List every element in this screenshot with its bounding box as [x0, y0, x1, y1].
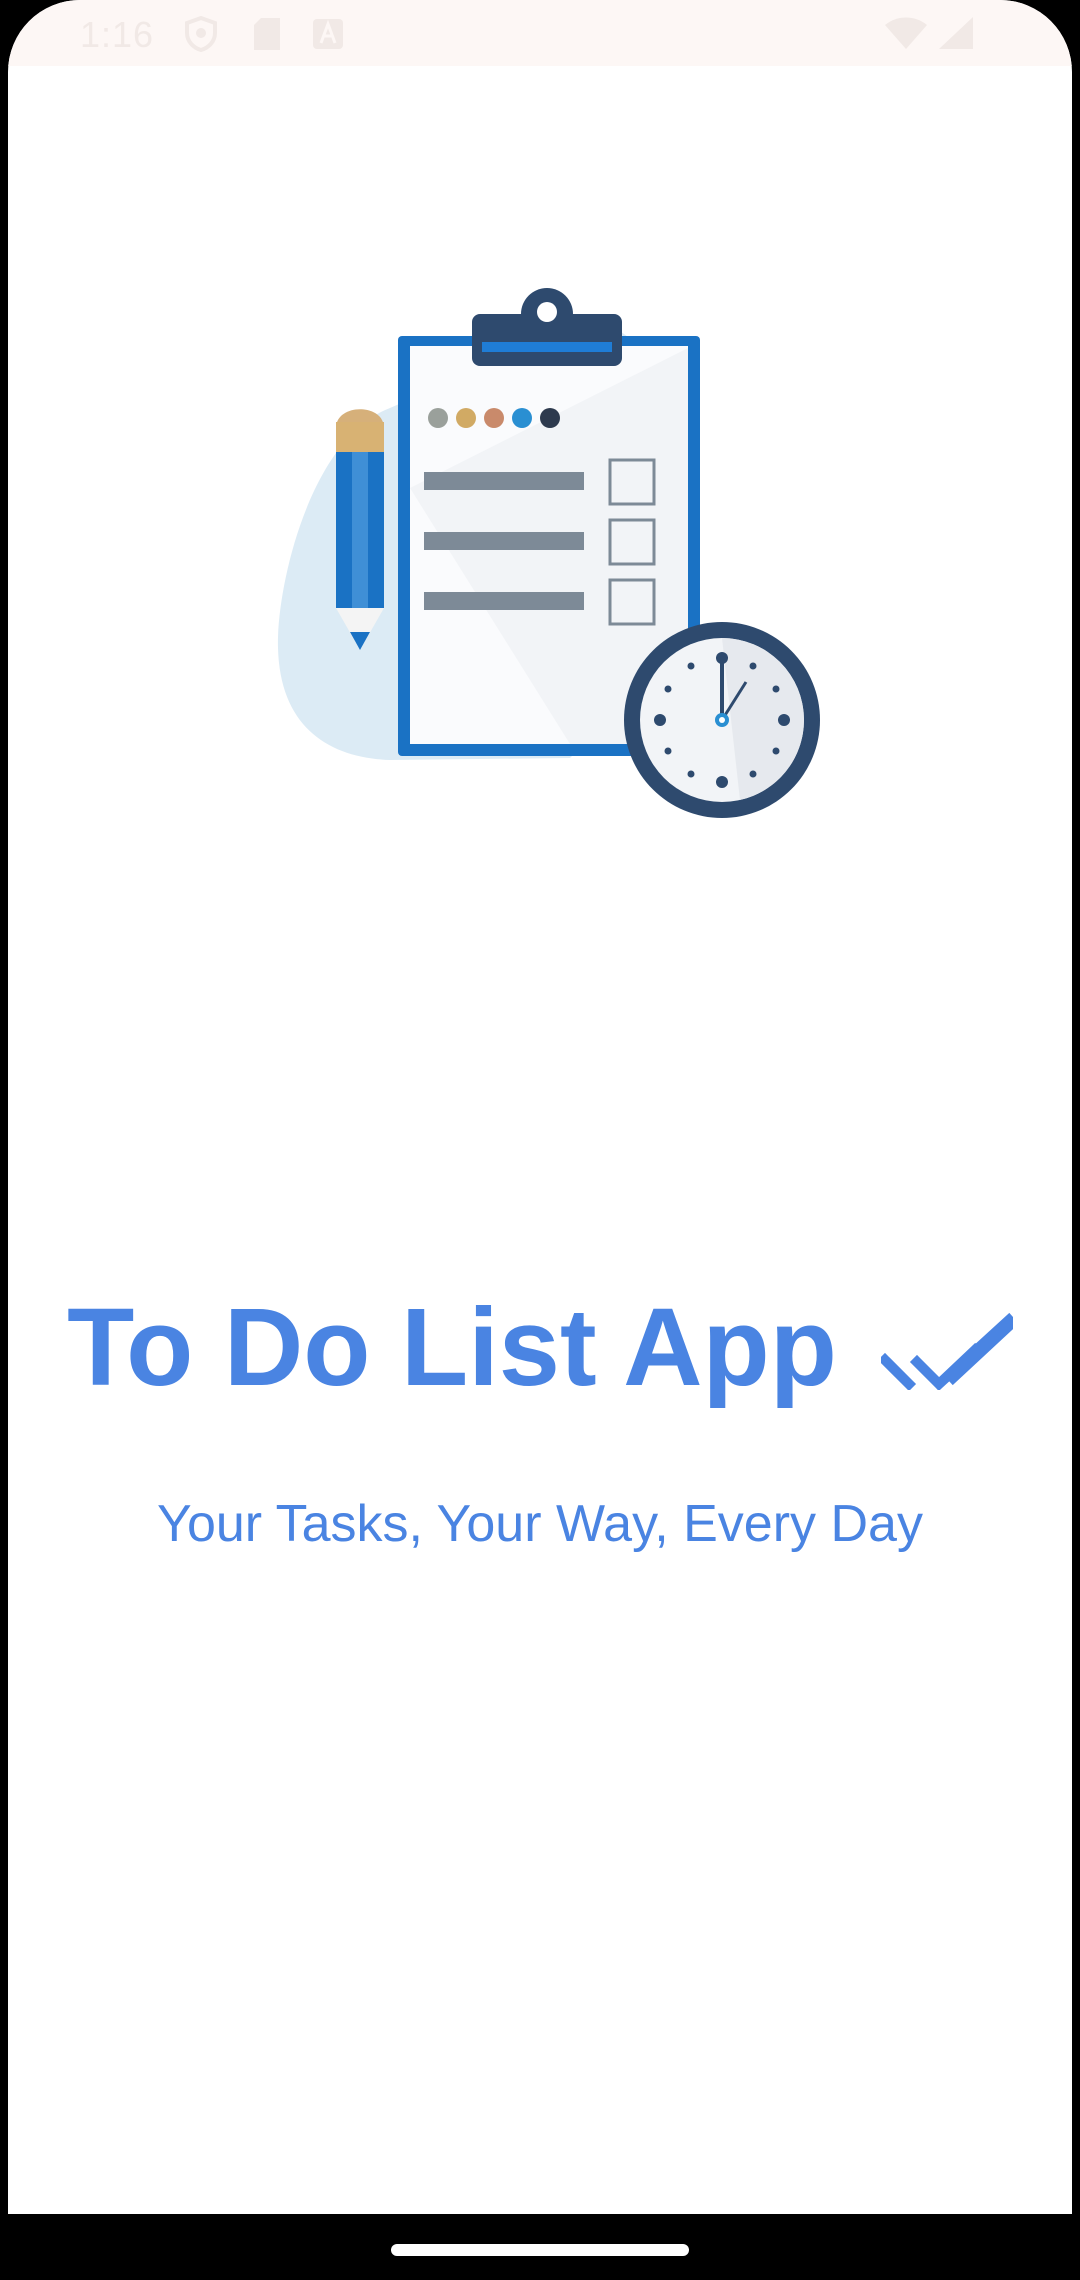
checklist-line [424, 592, 584, 610]
pencil-icon [336, 409, 384, 650]
sim-card-icon [254, 18, 280, 50]
navigation-bar [0, 2214, 1080, 2280]
splash-screen: 1:16 To Do List App Your Tasks, Your Way… [8, 0, 1072, 2214]
font-a-icon [313, 19, 343, 49]
clipboard-checklist-clock-illustration [277, 288, 820, 818]
clock-icon [624, 622, 820, 818]
app-title: To Do List App [67, 1286, 837, 1409]
wifi-icon [885, 17, 927, 49]
tagline: Your Tasks, Your Way, Every Day [157, 1495, 923, 1553]
color-dot [456, 408, 476, 428]
color-dot [484, 408, 504, 428]
title-row: To Do List App [8, 1278, 1072, 1418]
status-bar: 1:16 [8, 0, 1072, 66]
home-gesture-handle[interactable] [391, 2244, 689, 2256]
status-time: 1:16 [80, 14, 155, 55]
signal-icon [939, 17, 973, 49]
color-dot [540, 408, 560, 428]
checklist-line [424, 472, 584, 490]
color-dot [512, 408, 532, 428]
double-check-icon [880, 1312, 1013, 1390]
checklist-line [424, 532, 584, 550]
color-dot [428, 408, 448, 428]
clipboard-clip [472, 288, 622, 366]
device-screen: 1:16 To Do List App Your Tasks, Your Way… [0, 0, 1080, 2280]
shield-icon [185, 16, 217, 52]
